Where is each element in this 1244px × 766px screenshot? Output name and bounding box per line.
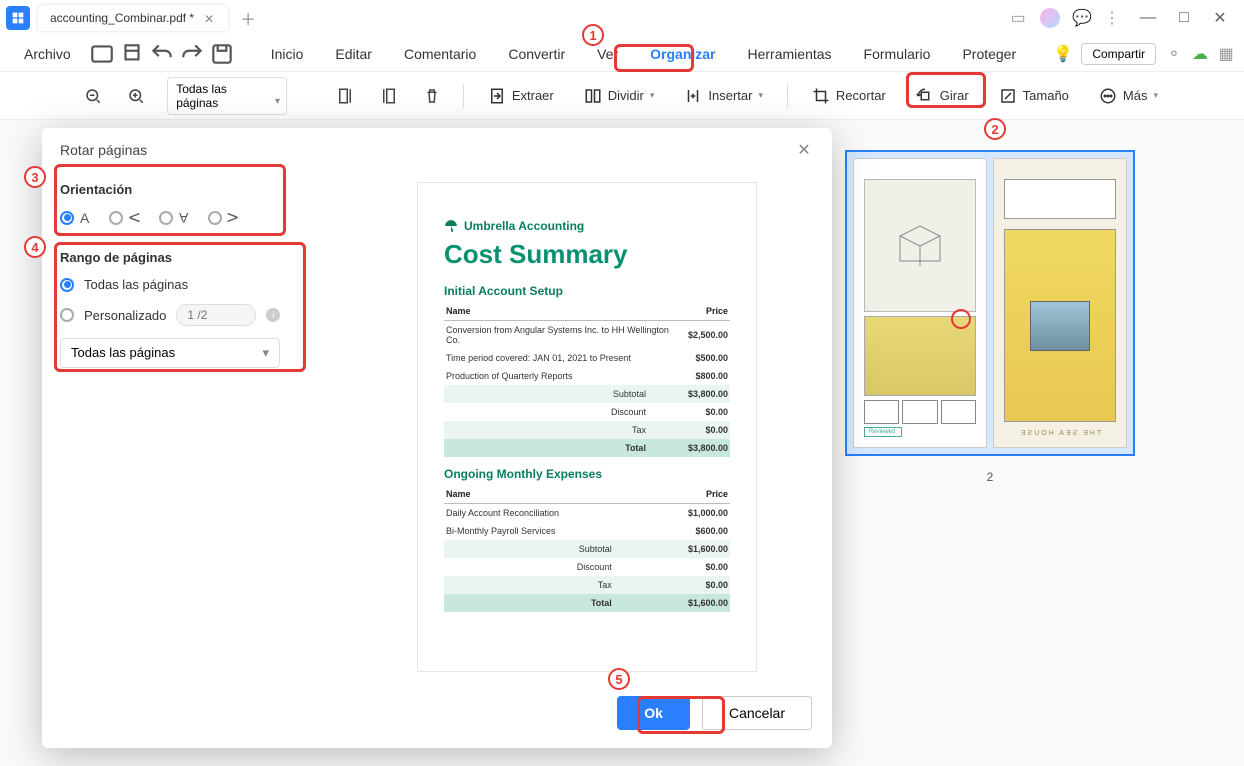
brand-name: Umbrella Accounting [464, 219, 584, 233]
layout-icon[interactable]: ▦ [1218, 46, 1234, 62]
cancel-button[interactable]: Cancelar [702, 696, 812, 730]
preview-section1: Initial Account Setup [444, 284, 730, 298]
user-avatar[interactable] [1040, 8, 1060, 28]
app-logo [6, 6, 30, 30]
orient-270-option[interactable]: ᐯ [208, 209, 238, 226]
share-nodes-icon[interactable]: ⚬ [1166, 46, 1182, 62]
reviewed-badge: Reviewed [864, 427, 902, 437]
menu-file[interactable]: Archivo [10, 40, 85, 68]
table-initial-setup: NamePrice Conversion from Angular System… [444, 302, 730, 457]
save-icon[interactable] [209, 41, 235, 67]
thumb-page-number: 2 [845, 470, 1135, 484]
orient-0-option[interactable]: A [60, 210, 89, 226]
page-preview: Umbrella Accounting Cost Summary Initial… [417, 182, 757, 672]
tab-label: accounting_Combinar.pdf * [50, 11, 194, 25]
thumb-right-half: THE SEA HOUSE [993, 158, 1127, 448]
orient-180-option[interactable]: A [159, 210, 188, 226]
umbrella-icon [444, 219, 458, 233]
extract-button[interactable]: Extraer [482, 83, 560, 109]
zoom-in-icon[interactable] [124, 82, 150, 110]
redo-icon[interactable] [179, 41, 205, 67]
callout-1: 1 [582, 24, 604, 46]
callout-3: 3 [24, 166, 46, 188]
menu-organizar[interactable]: Organizar [636, 40, 729, 68]
insert-button[interactable]: Insertar▾ [678, 83, 769, 109]
page-left-icon[interactable] [332, 82, 358, 110]
ok-button[interactable]: Ok [617, 696, 690, 730]
close-window-button[interactable]: ✕ [1202, 4, 1238, 32]
rotate-left-icon: ᐯ [225, 213, 242, 223]
undo-icon[interactable] [149, 41, 175, 67]
menubar: Archivo Inicio Editar Comentario Convert… [0, 36, 1244, 72]
chevron-down-icon: ▾ [262, 345, 269, 361]
share-button[interactable]: Compartir [1081, 43, 1156, 65]
rotate-button[interactable]: Girar [910, 83, 975, 109]
crop-button[interactable]: Recortar [806, 83, 892, 109]
split-button[interactable]: Dividir▾ [578, 83, 661, 109]
thumbnail-page-2[interactable]: Reviewed THE SEA HOUSE 2 [845, 150, 1135, 484]
page-right-icon[interactable] [376, 82, 402, 110]
menu-editar[interactable]: Editar [321, 40, 386, 68]
orient-90-option[interactable]: ᐯ [109, 209, 139, 226]
callout-5: 5 [608, 668, 630, 690]
menu-comentario[interactable]: Comentario [390, 40, 490, 68]
maximize-button[interactable]: □ [1166, 4, 1202, 32]
letter-a-icon: A [80, 210, 89, 226]
callout-2: 2 [984, 118, 1006, 140]
zoom-select[interactable]: Todas las páginas [167, 77, 287, 115]
table-monthly: NamePrice Daily Account Reconciliation$1… [444, 485, 730, 612]
range-custom-option[interactable]: Personalizado i [60, 304, 320, 326]
orientation-label: Orientación [60, 182, 320, 197]
print-icon[interactable] [119, 41, 145, 67]
lightbulb-icon[interactable]: 💡 [1055, 46, 1071, 62]
cloud-icon[interactable]: ☁ [1192, 46, 1208, 62]
new-tab-button[interactable]: ＋ [236, 6, 260, 30]
size-button[interactable]: Tamaño [993, 83, 1075, 109]
titlebar: accounting_Combinar.pdf * ✕ ＋ ▭ 💬 ⋮ — □ … [0, 0, 1244, 36]
minimize-button[interactable]: — [1130, 4, 1166, 32]
menu-convertir[interactable]: Convertir [494, 40, 579, 68]
zoom-out-icon[interactable] [80, 82, 106, 110]
callout-4: 4 [24, 236, 46, 258]
close-tab-icon[interactable]: ✕ [204, 12, 216, 24]
range-label: Rango de páginas [60, 250, 320, 265]
preview-title: Cost Summary [444, 239, 730, 270]
preview-section2: Ongoing Monthly Expenses [444, 467, 730, 481]
document-tab[interactable]: accounting_Combinar.pdf * ✕ [38, 5, 228, 31]
dialog-title: Rotar páginas [60, 142, 147, 158]
comment-icon[interactable]: 💬 [1074, 10, 1090, 26]
menu-herramientas[interactable]: Herramientas [734, 40, 846, 68]
menu-inicio[interactable]: Inicio [257, 40, 318, 68]
page-filter-select[interactable]: Todas las páginas ▾ [60, 338, 280, 368]
panel-icon[interactable]: ▭ [1010, 10, 1026, 26]
info-icon[interactable]: i [266, 308, 280, 322]
thumb-left-half: Reviewed [853, 158, 987, 448]
toolbar: Todas las páginas Extraer Dividir▾ Inser… [0, 72, 1244, 120]
more-button[interactable]: Más▾ [1093, 83, 1164, 109]
rotate-pages-dialog: Rotar páginas ✕ Orientación A ᐯ A ᐯ Rang… [42, 128, 832, 748]
dialog-close-button[interactable]: ✕ [794, 140, 814, 160]
custom-range-input[interactable] [176, 304, 256, 326]
menu-proteger[interactable]: Proteger [948, 40, 1030, 68]
rotate-180-icon: A [179, 210, 188, 226]
sea-house-label: THE SEA HOUSE [1004, 430, 1116, 437]
range-all-option[interactable]: Todas las páginas [60, 277, 320, 292]
menu-formulario[interactable]: Formulario [850, 40, 945, 68]
rotate-right-icon: ᐯ [126, 213, 143, 223]
kebab-menu-icon[interactable]: ⋮ [1104, 10, 1120, 26]
open-icon[interactable] [89, 41, 115, 67]
delete-icon[interactable] [419, 82, 445, 110]
